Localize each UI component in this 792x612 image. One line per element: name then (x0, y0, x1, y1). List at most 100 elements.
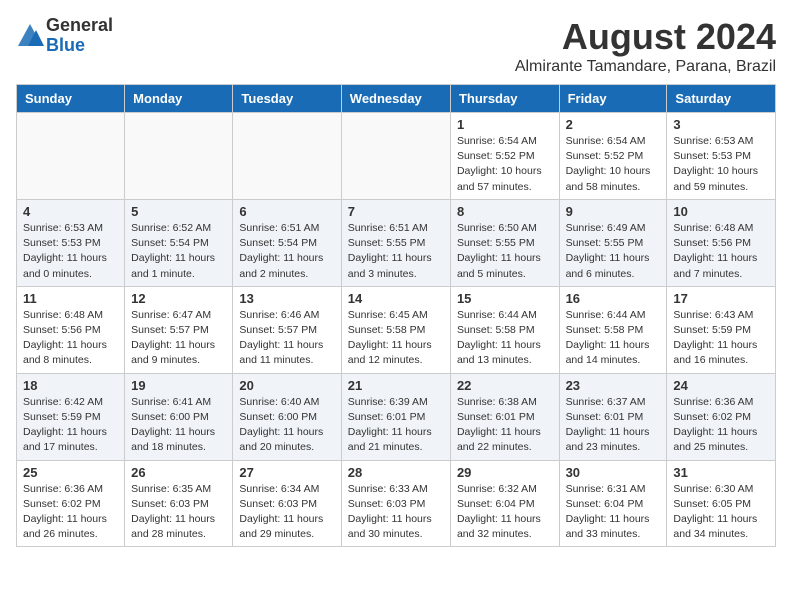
day-info: Sunrise: 6:53 AMSunset: 5:53 PMDaylight:… (673, 134, 769, 195)
calendar-day (233, 113, 341, 200)
calendar-week-row: 1 Sunrise: 6:54 AMSunset: 5:52 PMDaylight… (17, 113, 776, 200)
logo-general-text: General (46, 16, 113, 36)
calendar-day: 1 Sunrise: 6:54 AMSunset: 5:52 PMDaylight… (450, 113, 559, 200)
calendar-table: SundayMondayTuesdayWednesdayThursdayFrid… (16, 84, 776, 547)
calendar-day: 4 Sunrise: 6:53 AMSunset: 5:53 PMDaylight… (17, 199, 125, 286)
calendar-week-row: 25 Sunrise: 6:36 AMSunset: 6:02 PMDayligh… (17, 460, 776, 547)
calendar-day: 8Sunrise: 6:50 AMSunset: 5:55 PMDaylight… (450, 199, 559, 286)
month-title: August 2024 (515, 16, 776, 58)
day-number: 27 (239, 465, 334, 480)
title-area: August 2024 Almirante Tamandare, Parana,… (515, 16, 776, 76)
day-number: 19 (131, 378, 226, 393)
day-number: 30 (566, 465, 661, 480)
calendar-day: 2 Sunrise: 6:54 AMSunset: 5:52 PMDaylight… (559, 113, 667, 200)
day-info: Sunrise: 6:30 AMSunset: 6:05 PMDaylight:… (673, 482, 769, 543)
day-info: Sunrise: 6:44 AMSunset: 5:58 PMDaylight:… (566, 308, 661, 369)
calendar-day: 11 Sunrise: 6:48 AMSunset: 5:56 PMDayligh… (17, 286, 125, 373)
day-number: 25 (23, 465, 118, 480)
calendar-day: 18 Sunrise: 6:42 AMSunset: 5:59 PMDayligh… (17, 373, 125, 460)
day-info: Sunrise: 6:32 AMSunset: 6:04 PMDaylight:… (457, 482, 553, 543)
calendar-week-row: 18 Sunrise: 6:42 AMSunset: 5:59 PMDayligh… (17, 373, 776, 460)
day-number: 8 (457, 204, 553, 219)
calendar-day: 29 Sunrise: 6:32 AMSunset: 6:04 PMDayligh… (450, 460, 559, 547)
day-info: Sunrise: 6:54 AMSunset: 5:52 PMDaylight:… (566, 134, 661, 195)
day-info: Sunrise: 6:53 AMSunset: 5:53 PMDaylight:… (23, 221, 118, 282)
calendar-day: 13Sunrise: 6:46 AMSunset: 5:57 PMDayligh… (233, 286, 341, 373)
day-info: Sunrise: 6:35 AMSunset: 6:03 PMDaylight:… (131, 482, 226, 543)
day-number: 21 (348, 378, 444, 393)
day-info: Sunrise: 6:43 AMSunset: 5:59 PMDaylight:… (673, 308, 769, 369)
day-number: 11 (23, 291, 118, 306)
calendar-day: 22Sunrise: 6:38 AMSunset: 6:01 PMDayligh… (450, 373, 559, 460)
calendar-day: 19 Sunrise: 6:41 AMSunset: 6:00 PMDayligh… (125, 373, 233, 460)
logo: General Blue (16, 16, 113, 56)
day-header-tuesday: Tuesday (233, 85, 341, 113)
day-number: 16 (566, 291, 661, 306)
day-number: 15 (457, 291, 553, 306)
day-number: 5 (131, 204, 226, 219)
calendar-day (125, 113, 233, 200)
day-number: 18 (23, 378, 118, 393)
day-info: Sunrise: 6:31 AMSunset: 6:04 PMDaylight:… (566, 482, 661, 543)
calendar-week-row: 4 Sunrise: 6:53 AMSunset: 5:53 PMDaylight… (17, 199, 776, 286)
calendar-header: SundayMondayTuesdayWednesdayThursdayFrid… (17, 85, 776, 113)
calendar-day (17, 113, 125, 200)
day-info: Sunrise: 6:49 AMSunset: 5:55 PMDaylight:… (566, 221, 661, 282)
day-number: 12 (131, 291, 226, 306)
day-info: Sunrise: 6:36 AMSunset: 6:02 PMDaylight:… (673, 395, 769, 456)
page-header: General Blue August 2024 Almirante Taman… (16, 16, 776, 76)
calendar-day: 5Sunrise: 6:52 AMSunset: 5:54 PMDaylight… (125, 199, 233, 286)
calendar-week-row: 11 Sunrise: 6:48 AMSunset: 5:56 PMDayligh… (17, 286, 776, 373)
day-info: Sunrise: 6:48 AMSunset: 5:56 PMDaylight:… (23, 308, 118, 369)
day-info: Sunrise: 6:42 AMSunset: 5:59 PMDaylight:… (23, 395, 118, 456)
day-number: 10 (673, 204, 769, 219)
day-number: 7 (348, 204, 444, 219)
day-info: Sunrise: 6:34 AMSunset: 6:03 PMDaylight:… (239, 482, 334, 543)
calendar-day: 30 Sunrise: 6:31 AMSunset: 6:04 PMDayligh… (559, 460, 667, 547)
calendar-day: 17 Sunrise: 6:43 AMSunset: 5:59 PMDayligh… (667, 286, 776, 373)
day-info: Sunrise: 6:38 AMSunset: 6:01 PMDaylight:… (457, 395, 553, 456)
day-number: 28 (348, 465, 444, 480)
day-number: 31 (673, 465, 769, 480)
day-number: 1 (457, 117, 553, 132)
calendar-day: 31 Sunrise: 6:30 AMSunset: 6:05 PMDayligh… (667, 460, 776, 547)
calendar-day: 10Sunrise: 6:48 AMSunset: 5:56 PMDayligh… (667, 199, 776, 286)
day-number: 4 (23, 204, 118, 219)
day-number: 13 (239, 291, 334, 306)
calendar-day: 28 Sunrise: 6:33 AMSunset: 6:03 PMDayligh… (341, 460, 450, 547)
day-number: 2 (566, 117, 661, 132)
calendar-day: 12 Sunrise: 6:47 AMSunset: 5:57 PMDayligh… (125, 286, 233, 373)
calendar-day: 14 Sunrise: 6:45 AMSunset: 5:58 PMDayligh… (341, 286, 450, 373)
calendar-day: 20Sunrise: 6:40 AMSunset: 6:00 PMDayligh… (233, 373, 341, 460)
day-number: 3 (673, 117, 769, 132)
logo-blue-text: Blue (46, 36, 113, 56)
logo-icon (16, 22, 44, 50)
day-info: Sunrise: 6:41 AMSunset: 6:00 PMDaylight:… (131, 395, 226, 456)
calendar-day: 23Sunrise: 6:37 AMSunset: 6:01 PMDayligh… (559, 373, 667, 460)
day-info: Sunrise: 6:47 AMSunset: 5:57 PMDaylight:… (131, 308, 226, 369)
day-number: 20 (239, 378, 334, 393)
day-info: Sunrise: 6:33 AMSunset: 6:03 PMDaylight:… (348, 482, 444, 543)
calendar-day: 21 Sunrise: 6:39 AMSunset: 6:01 PMDayligh… (341, 373, 450, 460)
calendar-day: 6Sunrise: 6:51 AMSunset: 5:54 PMDaylight… (233, 199, 341, 286)
day-info: Sunrise: 6:39 AMSunset: 6:01 PMDaylight:… (348, 395, 444, 456)
location: Almirante Tamandare, Parana, Brazil (515, 58, 776, 76)
day-info: Sunrise: 6:36 AMSunset: 6:02 PMDaylight:… (23, 482, 118, 543)
day-info: Sunrise: 6:54 AMSunset: 5:52 PMDaylight:… (457, 134, 553, 195)
day-info: Sunrise: 6:45 AMSunset: 5:58 PMDaylight:… (348, 308, 444, 369)
day-header-thursday: Thursday (450, 85, 559, 113)
calendar-day: 24 Sunrise: 6:36 AMSunset: 6:02 PMDayligh… (667, 373, 776, 460)
day-number: 14 (348, 291, 444, 306)
day-info: Sunrise: 6:44 AMSunset: 5:58 PMDaylight:… (457, 308, 553, 369)
calendar-day: 27 Sunrise: 6:34 AMSunset: 6:03 PMDayligh… (233, 460, 341, 547)
day-info: Sunrise: 6:51 AMSunset: 5:54 PMDaylight:… (239, 221, 334, 282)
day-number: 9 (566, 204, 661, 219)
day-number: 17 (673, 291, 769, 306)
day-info: Sunrise: 6:37 AMSunset: 6:01 PMDaylight:… (566, 395, 661, 456)
calendar-day: 7Sunrise: 6:51 AMSunset: 5:55 PMDaylight… (341, 199, 450, 286)
day-number: 24 (673, 378, 769, 393)
calendar-day: 15 Sunrise: 6:44 AMSunset: 5:58 PMDayligh… (450, 286, 559, 373)
day-number: 29 (457, 465, 553, 480)
day-header-sunday: Sunday (17, 85, 125, 113)
calendar-day (341, 113, 450, 200)
